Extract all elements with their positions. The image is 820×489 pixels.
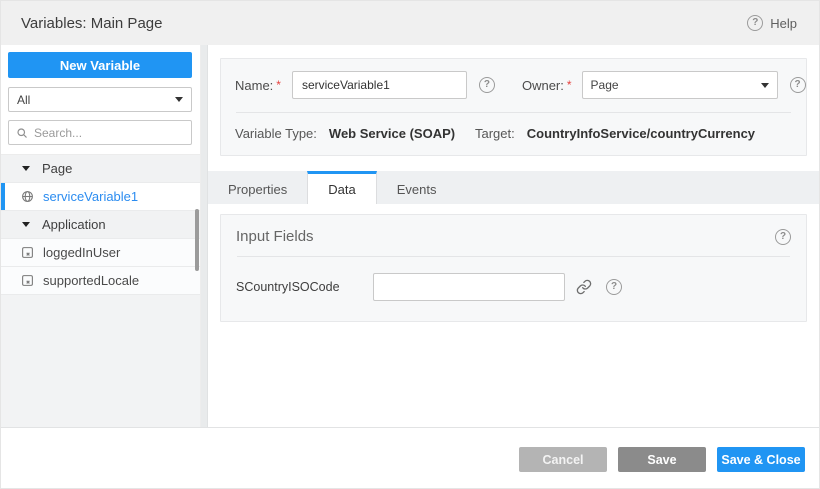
field-label-scountryisocode: SCountryISOCode bbox=[236, 280, 373, 294]
chevron-down-icon bbox=[175, 97, 183, 102]
name-field[interactable] bbox=[292, 71, 467, 99]
search-input[interactable] bbox=[34, 126, 184, 140]
variables-dialog: Variables: Main Page Help New Variable A… bbox=[0, 0, 820, 489]
save-button[interactable]: Save bbox=[618, 447, 706, 472]
main-content: Name:* Owner:* Page Var bbox=[208, 45, 819, 427]
item-label: loggedInUser bbox=[43, 245, 120, 260]
item-label: serviceVariable1 bbox=[43, 189, 138, 204]
section-title: Input Fields bbox=[236, 228, 775, 245]
sidebar-filler bbox=[1, 295, 200, 427]
scountryisocode-field[interactable] bbox=[373, 273, 565, 301]
name-label: Name:* bbox=[235, 78, 281, 93]
name-help-icon[interactable] bbox=[479, 77, 495, 93]
sidebar-item-loggedinuser[interactable]: loggedInUser bbox=[1, 239, 200, 267]
tree-group-application[interactable]: Application bbox=[1, 211, 200, 239]
dialog-header: Variables: Main Page Help bbox=[1, 1, 819, 45]
field-help-icon[interactable] bbox=[606, 279, 622, 295]
filter-value: All bbox=[17, 93, 175, 107]
input-fields-panel: Input Fields SCountryISOCode bbox=[220, 214, 807, 322]
sidebar-scrollbar[interactable] bbox=[195, 209, 199, 271]
owner-dropdown[interactable]: Page bbox=[582, 71, 778, 99]
expander-down-icon bbox=[22, 166, 30, 171]
tab-events[interactable]: Events bbox=[377, 171, 457, 204]
variable-icon bbox=[20, 274, 34, 288]
help-button[interactable]: Help bbox=[747, 15, 797, 31]
section-divider bbox=[237, 256, 790, 257]
tab-properties[interactable]: Properties bbox=[208, 171, 307, 204]
owner-value: Page bbox=[591, 78, 761, 92]
target-value: CountryInfoService/countryCurrency bbox=[527, 126, 755, 141]
target-label: Target: bbox=[475, 126, 515, 141]
selected-indicator bbox=[1, 183, 5, 210]
group-label: Application bbox=[42, 217, 106, 232]
dialog-footer: Cancel Save Save & Close bbox=[1, 427, 819, 488]
variables-sidebar: New Variable All Page bbox=[1, 45, 201, 427]
chevron-down-icon bbox=[761, 83, 769, 88]
required-marker: * bbox=[567, 78, 572, 92]
help-icon bbox=[747, 15, 763, 31]
variables-tree: Page serviceVariable1 bbox=[1, 154, 200, 295]
variable-type-value: Web Service (SOAP) bbox=[329, 126, 455, 141]
variable-summary-panel: Name:* Owner:* Page Var bbox=[220, 58, 807, 156]
sidebar-item-supportedlocale[interactable]: supportedLocale bbox=[1, 267, 200, 295]
cancel-button[interactable]: Cancel bbox=[519, 447, 607, 472]
new-variable-button[interactable]: New Variable bbox=[8, 52, 192, 78]
variable-icon bbox=[20, 246, 34, 260]
input-fields-help-icon[interactable] bbox=[775, 229, 791, 245]
required-marker: * bbox=[276, 78, 281, 92]
sidebar-divider bbox=[201, 45, 208, 427]
variable-type-label: Variable Type: bbox=[235, 126, 317, 141]
search-icon bbox=[16, 127, 28, 139]
input-field-row: SCountryISOCode bbox=[236, 273, 791, 301]
tree-group-page[interactable]: Page bbox=[1, 155, 200, 183]
group-label: Page bbox=[42, 161, 72, 176]
owner-label: Owner:* bbox=[522, 78, 572, 93]
filter-dropdown[interactable]: All bbox=[8, 87, 192, 112]
item-label: supportedLocale bbox=[43, 273, 139, 288]
search-box[interactable] bbox=[8, 120, 192, 145]
tab-bar: Properties Data Events bbox=[208, 171, 819, 204]
save-and-close-button[interactable]: Save & Close bbox=[717, 447, 805, 472]
help-label: Help bbox=[770, 16, 797, 31]
expander-down-icon bbox=[22, 222, 30, 227]
owner-help-icon[interactable] bbox=[790, 77, 806, 93]
panel-divider bbox=[236, 112, 791, 113]
page-title: Variables: Main Page bbox=[21, 15, 162, 32]
tab-data[interactable]: Data bbox=[307, 171, 376, 204]
web-service-icon bbox=[20, 190, 34, 204]
bind-link-icon[interactable] bbox=[574, 277, 594, 297]
sidebar-item-servicevariable1[interactable]: serviceVariable1 bbox=[1, 183, 200, 211]
